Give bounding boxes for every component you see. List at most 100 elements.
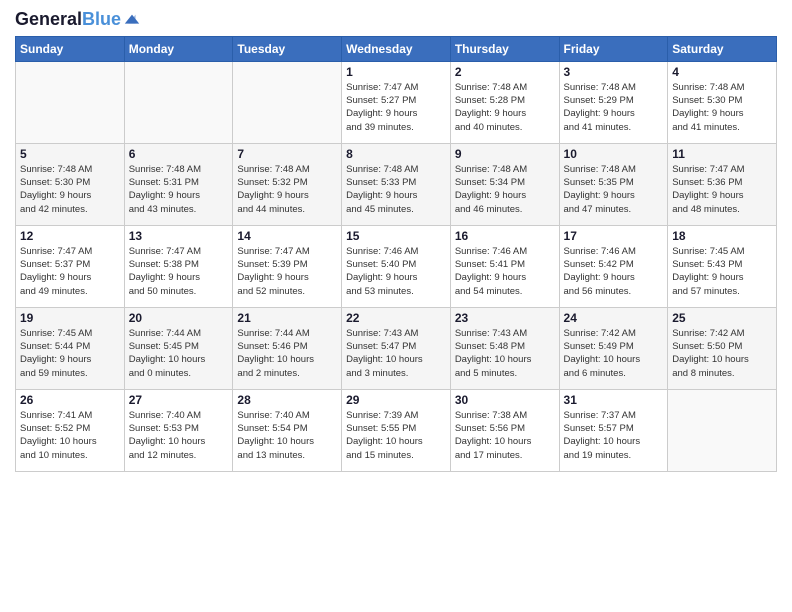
calendar-cell: 6 Sunrise: 7:48 AM Sunset: 5:31 PM Daylig… [124, 143, 233, 225]
calendar-cell: 16Sunrise: 7:46 AM Sunset: 5:41 PM Dayli… [450, 225, 559, 307]
weekday-header-thursday: Thursday [450, 36, 559, 61]
day-number: 12 [20, 229, 120, 243]
day-info: Sunrise: 7:47 AM Sunset: 5:36 PM Dayligh… [672, 163, 772, 216]
calendar-table: SundayMondayTuesdayWednesdayThursdayFrid… [15, 36, 777, 472]
calendar-cell: 31Sunrise: 7:37 AM Sunset: 5:57 PM Dayli… [559, 389, 668, 471]
calendar-cell: 21 Sunrise: 7:44 AM Sunset: 5:46 PM Dayli… [233, 307, 342, 389]
day-number: 14 [237, 229, 337, 243]
calendar-cell: 13Sunrise: 7:47 AM Sunset: 5:38 PM Dayli… [124, 225, 233, 307]
calendar-cell [233, 61, 342, 143]
calendar-cell: 23 Sunrise: 7:43 AM Sunset: 5:48 PM Dayli… [450, 307, 559, 389]
calendar-cell: 17 Sunrise: 7:46 AM Sunset: 5:42 PM Dayli… [559, 225, 668, 307]
calendar-cell: 20 Sunrise: 7:44 AM Sunset: 5:45 PM Dayli… [124, 307, 233, 389]
day-number: 24 [564, 311, 664, 325]
day-info: Sunrise: 7:46 AM Sunset: 5:42 PM Dayligh… [564, 245, 664, 298]
day-info: Sunrise: 7:40 AM Sunset: 5:54 PM Dayligh… [237, 409, 337, 462]
day-info: Sunrise: 7:47 AM Sunset: 5:27 PM Dayligh… [346, 81, 446, 134]
day-info: Sunrise: 7:48 AM Sunset: 5:31 PM Dayligh… [129, 163, 229, 216]
calendar-cell: 9Sunrise: 7:48 AM Sunset: 5:34 PM Daylig… [450, 143, 559, 225]
day-info: Sunrise: 7:44 AM Sunset: 5:45 PM Dayligh… [129, 327, 229, 380]
calendar-cell: 19 Sunrise: 7:45 AM Sunset: 5:44 PM Dayli… [16, 307, 125, 389]
calendar-cell: 3 Sunrise: 7:48 AM Sunset: 5:29 PM Daylig… [559, 61, 668, 143]
calendar-week-row: 12 Sunrise: 7:47 AM Sunset: 5:37 PM Dayli… [16, 225, 777, 307]
calendar-week-row: 19 Sunrise: 7:45 AM Sunset: 5:44 PM Dayli… [16, 307, 777, 389]
calendar-cell: 24 Sunrise: 7:42 AM Sunset: 5:49 PM Dayli… [559, 307, 668, 389]
calendar-week-row: 26 Sunrise: 7:41 AM Sunset: 5:52 PM Dayli… [16, 389, 777, 471]
calendar-container: GeneralBlue SundayMondayTuesdayWednesday… [0, 0, 792, 482]
day-number: 1 [346, 65, 446, 79]
day-info: Sunrise: 7:47 AM Sunset: 5:37 PM Dayligh… [20, 245, 120, 298]
calendar-cell [668, 389, 777, 471]
calendar-cell: 30Sunrise: 7:38 AM Sunset: 5:56 PM Dayli… [450, 389, 559, 471]
day-number: 11 [672, 147, 772, 161]
day-info: Sunrise: 7:37 AM Sunset: 5:57 PM Dayligh… [564, 409, 664, 462]
day-info: Sunrise: 7:48 AM Sunset: 5:29 PM Dayligh… [564, 81, 664, 134]
header-row: GeneralBlue [15, 10, 777, 30]
calendar-cell: 4 Sunrise: 7:48 AM Sunset: 5:30 PM Daylig… [668, 61, 777, 143]
day-number: 3 [564, 65, 664, 79]
calendar-cell: 12 Sunrise: 7:47 AM Sunset: 5:37 PM Dayli… [16, 225, 125, 307]
day-info: Sunrise: 7:43 AM Sunset: 5:47 PM Dayligh… [346, 327, 446, 380]
weekday-header-sunday: Sunday [16, 36, 125, 61]
day-number: 27 [129, 393, 229, 407]
calendar-cell: 5 Sunrise: 7:48 AM Sunset: 5:30 PM Daylig… [16, 143, 125, 225]
day-number: 26 [20, 393, 120, 407]
calendar-cell: 29 Sunrise: 7:39 AM Sunset: 5:55 PM Dayli… [342, 389, 451, 471]
day-number: 23 [455, 311, 555, 325]
day-number: 19 [20, 311, 120, 325]
day-info: Sunrise: 7:42 AM Sunset: 5:49 PM Dayligh… [564, 327, 664, 380]
day-number: 29 [346, 393, 446, 407]
weekday-header-wednesday: Wednesday [342, 36, 451, 61]
calendar-cell: 11 Sunrise: 7:47 AM Sunset: 5:36 PM Dayli… [668, 143, 777, 225]
logo: GeneralBlue [15, 10, 141, 30]
calendar-cell: 8 Sunrise: 7:48 AM Sunset: 5:33 PM Daylig… [342, 143, 451, 225]
day-info: Sunrise: 7:42 AM Sunset: 5:50 PM Dayligh… [672, 327, 772, 380]
calendar-cell: 15 Sunrise: 7:46 AM Sunset: 5:40 PM Dayli… [342, 225, 451, 307]
day-number: 4 [672, 65, 772, 79]
calendar-cell: 10 Sunrise: 7:48 AM Sunset: 5:35 PM Dayli… [559, 143, 668, 225]
day-number: 10 [564, 147, 664, 161]
day-info: Sunrise: 7:43 AM Sunset: 5:48 PM Dayligh… [455, 327, 555, 380]
day-info: Sunrise: 7:39 AM Sunset: 5:55 PM Dayligh… [346, 409, 446, 462]
day-number: 5 [20, 147, 120, 161]
calendar-cell: 22Sunrise: 7:43 AM Sunset: 5:47 PM Dayli… [342, 307, 451, 389]
day-number: 7 [237, 147, 337, 161]
day-number: 9 [455, 147, 555, 161]
weekday-header-tuesday: Tuesday [233, 36, 342, 61]
calendar-cell [124, 61, 233, 143]
day-info: Sunrise: 7:47 AM Sunset: 5:38 PM Dayligh… [129, 245, 229, 298]
day-number: 18 [672, 229, 772, 243]
day-info: Sunrise: 7:48 AM Sunset: 5:35 PM Dayligh… [564, 163, 664, 216]
day-info: Sunrise: 7:48 AM Sunset: 5:28 PM Dayligh… [455, 81, 555, 134]
day-number: 15 [346, 229, 446, 243]
day-number: 20 [129, 311, 229, 325]
day-info: Sunrise: 7:44 AM Sunset: 5:46 PM Dayligh… [237, 327, 337, 380]
day-number: 28 [237, 393, 337, 407]
calendar-cell [16, 61, 125, 143]
day-info: Sunrise: 7:41 AM Sunset: 5:52 PM Dayligh… [20, 409, 120, 462]
day-number: 17 [564, 229, 664, 243]
logo-text: GeneralBlue [15, 10, 121, 30]
logo-icon [123, 11, 141, 29]
day-number: 30 [455, 393, 555, 407]
day-number: 21 [237, 311, 337, 325]
day-info: Sunrise: 7:48 AM Sunset: 5:32 PM Dayligh… [237, 163, 337, 216]
calendar-cell: 28 Sunrise: 7:40 AM Sunset: 5:54 PM Dayli… [233, 389, 342, 471]
calendar-cell: 26 Sunrise: 7:41 AM Sunset: 5:52 PM Dayli… [16, 389, 125, 471]
calendar-cell: 14Sunrise: 7:47 AM Sunset: 5:39 PM Dayli… [233, 225, 342, 307]
day-info: Sunrise: 7:48 AM Sunset: 5:30 PM Dayligh… [20, 163, 120, 216]
day-number: 6 [129, 147, 229, 161]
day-info: Sunrise: 7:48 AM Sunset: 5:30 PM Dayligh… [672, 81, 772, 134]
day-number: 25 [672, 311, 772, 325]
day-number: 8 [346, 147, 446, 161]
weekday-header-friday: Friday [559, 36, 668, 61]
calendar-cell: 7 Sunrise: 7:48 AM Sunset: 5:32 PM Daylig… [233, 143, 342, 225]
weekday-header-monday: Monday [124, 36, 233, 61]
day-number: 16 [455, 229, 555, 243]
day-info: Sunrise: 7:46 AM Sunset: 5:40 PM Dayligh… [346, 245, 446, 298]
calendar-cell: 1 Sunrise: 7:47 AM Sunset: 5:27 PM Daylig… [342, 61, 451, 143]
day-info: Sunrise: 7:45 AM Sunset: 5:44 PM Dayligh… [20, 327, 120, 380]
calendar-cell: 18Sunrise: 7:45 AM Sunset: 5:43 PM Dayli… [668, 225, 777, 307]
day-info: Sunrise: 7:48 AM Sunset: 5:33 PM Dayligh… [346, 163, 446, 216]
calendar-cell: 25 Sunrise: 7:42 AM Sunset: 5:50 PM Dayli… [668, 307, 777, 389]
